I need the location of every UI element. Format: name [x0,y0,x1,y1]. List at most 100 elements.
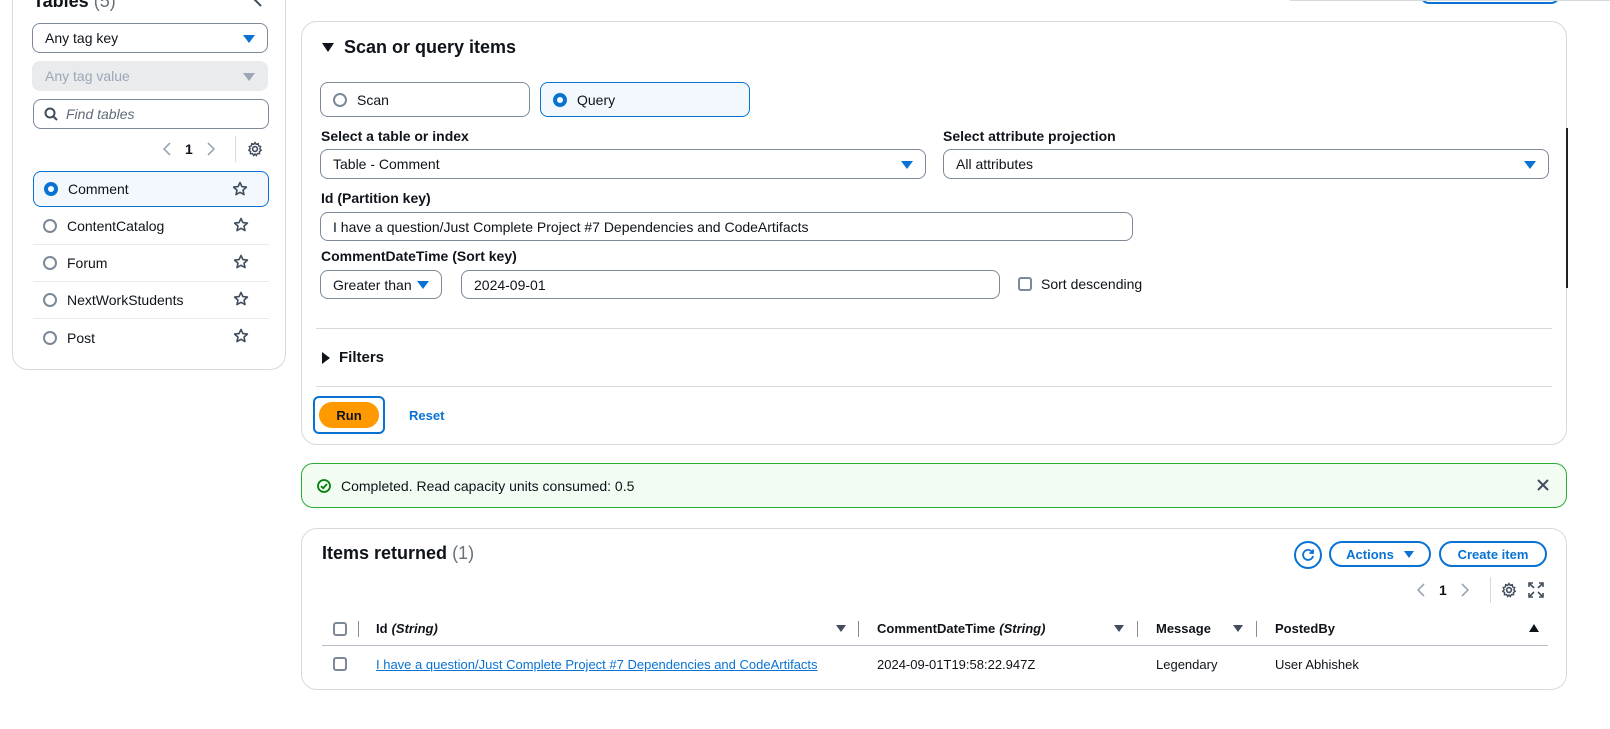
actions-label: Actions [1346,546,1394,562]
reset-button[interactable]: Reset [409,408,444,423]
prev-page-icon[interactable] [163,142,171,156]
sort-icon[interactable] [836,625,846,632]
table-item-nextworkstudents[interactable]: NextWorkStudents [33,282,269,319]
next-page-icon[interactable] [207,142,215,156]
star-icon[interactable] [232,181,248,197]
pagination-divider [1490,577,1491,603]
sort-key-label: CommentDateTime (Sort key) [321,248,517,264]
sort-ascending-icon[interactable] [1529,624,1539,632]
projection-select[interactable]: All attributes [943,149,1549,179]
table-item-forum[interactable]: Forum [33,245,269,282]
scan-query-header[interactable]: Scan or query items [322,37,516,58]
column-separator [1137,621,1138,637]
tables-panel-title: Tables (5) [33,0,116,12]
items-returned-title: Items returned (1) [322,543,474,564]
table-item-post[interactable]: Post [33,319,269,356]
caret-down-icon [417,281,429,289]
column-separator [1256,621,1257,637]
row-checkbox[interactable] [333,657,347,671]
page-number[interactable]: 1 [1439,582,1447,598]
sort-descending-box[interactable] [1018,277,1032,291]
star-icon[interactable] [233,217,249,233]
refresh-icon [1302,549,1314,561]
column-type: (String) [391,621,438,636]
sort-icon[interactable] [1233,625,1243,632]
scrollbar[interactable] [1566,128,1568,288]
column-header-commentdatetime[interactable]: CommentDateTime (String) [877,621,1045,636]
find-tables-placeholder: Find tables [66,106,135,122]
star-icon[interactable] [233,254,249,270]
column-separator [358,621,359,637]
expand-caret-icon [322,43,334,52]
success-alert: Completed. Read capacity units consumed:… [301,463,1567,508]
partition-key-label: Id (Partition key) [321,190,431,206]
projection-label: Select attribute projection [943,128,1116,144]
column-header-postedby[interactable]: PostedBy [1275,621,1335,636]
refresh-button[interactable] [1294,541,1322,569]
filters-label: Filters [339,349,385,366]
table-item-label: Comment [68,181,129,197]
next-page-icon[interactable] [1461,583,1469,597]
table-item-comment[interactable]: Comment [33,171,269,207]
column-header-message[interactable]: Message [1156,621,1211,636]
partition-key-input[interactable]: I have a question/Just Complete Project … [320,212,1133,241]
column-name: CommentDateTime [877,621,996,636]
table-item-label: Forum [67,255,108,271]
table-item-label: NextWorkStudents [67,292,184,308]
sort-key-input[interactable]: 2024-09-01 [461,270,1000,299]
sort-condition-value: Greater than [333,276,412,293]
table-radio[interactable] [43,330,57,345]
column-name: Message [1156,621,1211,636]
search-icon [44,107,58,121]
partition-key-value: I have a question/Just Complete Project … [333,218,809,235]
query-radio[interactable] [553,92,567,107]
table-radio[interactable] [43,219,57,233]
filters-expander[interactable]: Filters [322,349,384,366]
select-all-checkbox[interactable] [333,622,347,636]
table-radio[interactable] [44,182,58,196]
tag-key-select[interactable]: Any tag key [32,23,268,53]
settings-gear-icon[interactable] [1501,582,1517,598]
caret-down-icon [243,35,255,43]
table-radio[interactable] [43,256,57,270]
caret-down-icon [243,73,255,81]
table-radio[interactable] [43,293,57,307]
actions-button[interactable]: Actions [1329,541,1431,567]
star-icon[interactable] [233,291,249,307]
settings-gear-icon[interactable] [247,141,263,157]
prev-page-icon[interactable] [1417,583,1425,597]
projection-value: All attributes [956,156,1034,172]
run-button[interactable]: Run [313,396,385,434]
find-tables-input[interactable]: Find tables [33,99,269,129]
items-title-text: Items returned [322,543,448,563]
mode-query-tile[interactable]: Query [540,82,750,117]
mode-scan-label: Scan [357,91,389,108]
table-index-select[interactable]: Table - Comment [320,149,926,179]
create-item-button[interactable]: Create item [1439,541,1547,567]
caret-down-icon [901,161,913,169]
create-item-label: Create item [1457,546,1529,562]
fullscreen-icon[interactable] [1528,582,1544,598]
collapse-panel-icon[interactable] [253,0,263,7]
scan-query-container: Scan or query items Scan Query Select a … [301,21,1567,445]
row-posted-by: User Abhishek [1275,657,1359,672]
column-separator [858,621,859,637]
tag-value-select: Any tag value [32,61,268,91]
column-header-id[interactable]: Id (String) [376,621,438,636]
sort-descending-checkbox[interactable]: Sort descending [1018,276,1142,292]
section-divider [316,328,1552,329]
mode-scan-tile[interactable]: Scan [320,82,530,117]
table-item-contentcatalog[interactable]: ContentCatalog [33,208,269,245]
row-message: Legendary [1156,657,1218,672]
sort-icon[interactable] [1114,625,1124,632]
star-icon[interactable] [233,328,249,344]
tag-key-select-value: Any tag key [45,30,119,46]
sort-condition-select[interactable]: Greater than [320,270,442,299]
scan-radio[interactable] [333,92,347,107]
page-number[interactable]: 1 [185,141,193,157]
caret-down-icon [1403,550,1414,558]
close-icon[interactable] [1536,478,1550,492]
row-id-link[interactable]: I have a question/Just Complete Project … [376,657,818,672]
column-type: (String) [999,621,1046,636]
tables-count: (5) [93,0,116,11]
